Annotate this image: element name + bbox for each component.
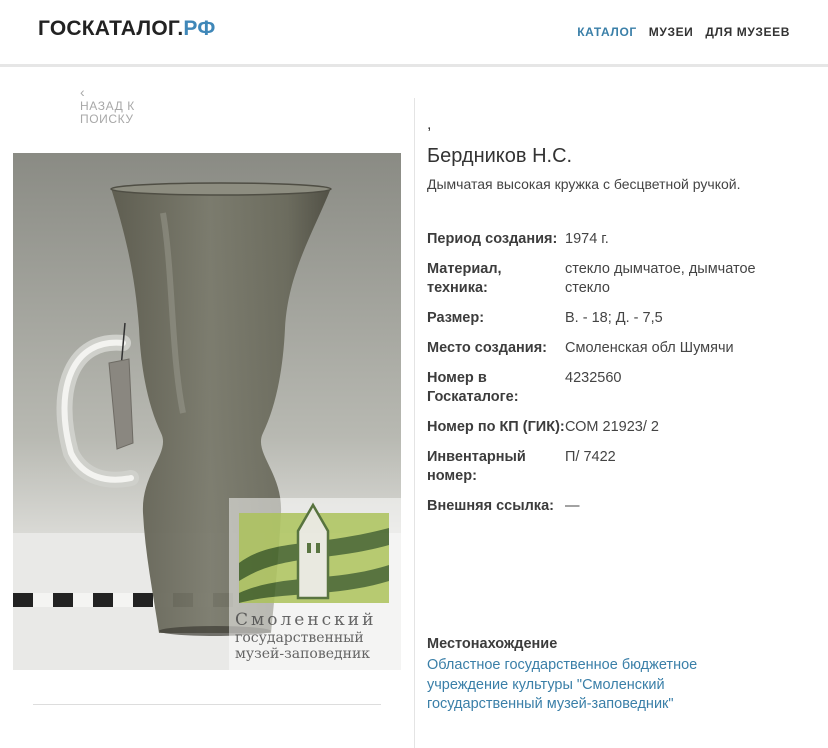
item-photo[interactable]: Смоленский государственный музей-заповед… [13,153,401,670]
property-row: Период создания: 1974 г. [427,230,807,249]
title-placeholder: , [427,116,432,133]
property-value: 4232560 [565,370,622,386]
property-label: Номер в Госкаталоге: [427,370,519,405]
property-row: Инвентарный номер: П/ 7422 [427,448,807,486]
property-label: Номер по КП (ГИК): [427,419,565,435]
property-value: В. - 18; Д. - 7,5 [565,310,663,326]
nav-catalog[interactable]: КАТАЛОГ [577,25,637,39]
property-row: Внешняя ссылка: — [427,497,807,516]
item-author: Бердников Н.С. [427,145,573,167]
property-label: Материал, техника: [427,261,502,296]
property-value: стекло дымчатое, дымчатое стекло [565,261,756,296]
property-value: СОМ 21923/ 2 [565,419,659,435]
property-row: Материал, техника: стекло дымчатое, дымч… [427,260,807,298]
property-row: Номер в Госкаталоге: 4232560 [427,369,807,407]
back-to-search-link[interactable]: ‹ НАЗАД К ПОИСКУ [80,84,170,126]
site-header: ГОСКАТАЛОГ.РФ КАТАЛОГ МУЗЕИ ДЛЯ МУЗЕЕВ [0,0,828,64]
watermark-line-2: государственный [235,630,364,646]
logo-suffix: РФ [183,17,216,40]
museum-logo-watermark: Смоленский государственный музей-заповед… [229,498,401,670]
watermark-line-1: Смоленский [235,610,376,630]
left-divider [33,704,381,705]
property-row: Номер по КП (ГИК): СОМ 21923/ 2 [427,418,807,437]
property-label: Внешняя ссылка: [427,498,554,514]
watermark-line-3: музей-заповедник [235,646,370,662]
property-value: П/ 7422 [565,449,616,465]
nav-museums[interactable]: МУЗЕИ [649,25,694,39]
property-label: Период создания: [427,231,558,247]
logo-main: ГОСКАТАЛОГ. [38,17,184,40]
property-label: Инвентарный номер: [427,449,526,484]
back-to-search-label: НАЗАД К ПОИСКУ [80,99,135,126]
property-label: Место создания: [427,340,547,356]
external-link-value: — [565,498,580,514]
property-row: Размер: В. - 18; Д. - 7,5 [427,309,807,328]
nav-for-museums[interactable]: ДЛЯ МУЗЕЕВ [705,25,790,39]
location-link[interactable]: Областное государственное бюджетное учре… [427,656,757,715]
location-label: Местонахождение [427,636,558,652]
properties-list: Период создания: 1974 г. Материал, техни… [427,230,807,527]
property-value: Смоленская обл Шумячи [565,340,734,356]
item-description: Дымчатая высокая кружка с бесцветной руч… [427,176,741,192]
property-label: Размер: [427,310,485,326]
property-value: 1974 г. [565,231,609,247]
column-divider [414,98,415,748]
header-divider [0,64,828,67]
main-nav: КАТАЛОГ МУЗЕИ ДЛЯ МУЗЕЕВ [577,25,790,39]
chevron-left-icon: ‹ [80,84,86,100]
property-row: Место создания: Смоленская обл Шумячи [427,339,807,358]
site-logo[interactable]: ГОСКАТАЛОГ.РФ [38,17,215,41]
